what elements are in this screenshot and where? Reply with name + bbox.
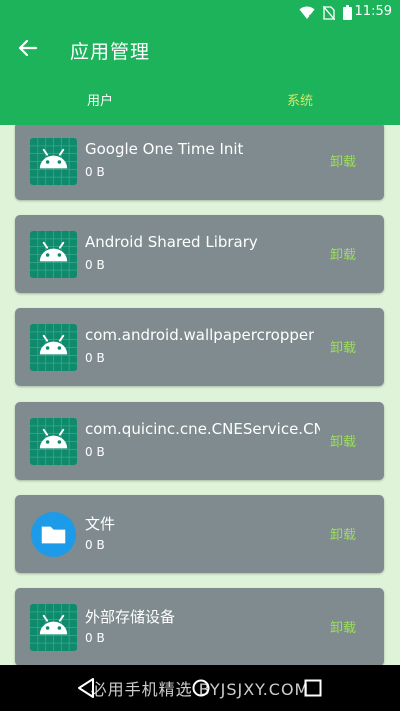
app-card[interactable]: com.quicinc.cne.CNEService.CN.. 0 B 卸载 (15, 402, 384, 480)
app-card[interactable]: Google One Time Init 0 B 卸载 (15, 125, 384, 200)
android-icon (30, 604, 77, 651)
battery-icon (343, 5, 352, 24)
arrow-left-icon (18, 38, 38, 62)
app-name: Android Shared Library (85, 233, 258, 251)
uninstall-button[interactable]: 卸载 (330, 431, 356, 450)
app-size: 0 B (85, 631, 105, 645)
watermark: 必用手机精选 BYJSJXY.COM (90, 680, 310, 699)
app-bar: 应用管理 用户 系统 (0, 24, 400, 125)
app-card[interactable]: 文件 0 B 卸载 (15, 495, 384, 573)
app-name: Google One Time Init (85, 140, 244, 158)
app-name: 文件 (85, 515, 116, 533)
app-size: 0 B (85, 258, 105, 272)
status-icons (299, 5, 352, 24)
uninstall-button[interactable]: 卸载 (330, 337, 356, 356)
tab-user[interactable]: 用户 (0, 90, 200, 109)
app-card[interactable]: 外部存储设备 0 B 卸载 (15, 588, 384, 665)
page-title: 应用管理 (70, 41, 151, 63)
uninstall-button[interactable]: 卸载 (330, 244, 356, 263)
android-icon (30, 324, 77, 371)
tab-system[interactable]: 系统 (200, 90, 400, 109)
app-name: com.android.wallpapercropper (85, 326, 315, 344)
app-card[interactable]: Android Shared Library 0 B 卸载 (15, 215, 384, 293)
status-time: 11:59 (354, 4, 392, 19)
uninstall-button[interactable]: 卸载 (330, 617, 356, 636)
app-card[interactable]: com.android.wallpapercropper 0 B 卸载 (15, 308, 384, 386)
app-list[interactable]: Google One Time Init 0 B 卸载 Android Shar… (0, 125, 400, 665)
folder-icon (30, 511, 77, 558)
no-sim-icon (322, 5, 336, 24)
app-size: 0 B (85, 165, 105, 179)
android-icon (30, 418, 77, 465)
android-icon (30, 231, 77, 278)
status-bar: 11:59 (0, 0, 400, 24)
wifi-icon (299, 6, 315, 24)
back-button[interactable] (14, 36, 42, 64)
uninstall-button[interactable]: 卸载 (330, 151, 356, 170)
app-size: 0 B (85, 538, 105, 552)
app-name: 外部存储设备 (85, 608, 176, 626)
app-size: 0 B (85, 445, 105, 459)
android-icon (30, 138, 77, 185)
uninstall-button[interactable]: 卸载 (330, 524, 356, 543)
app-size: 0 B (85, 351, 105, 365)
app-name: com.quicinc.cne.CNEService.CN.. (85, 420, 320, 438)
